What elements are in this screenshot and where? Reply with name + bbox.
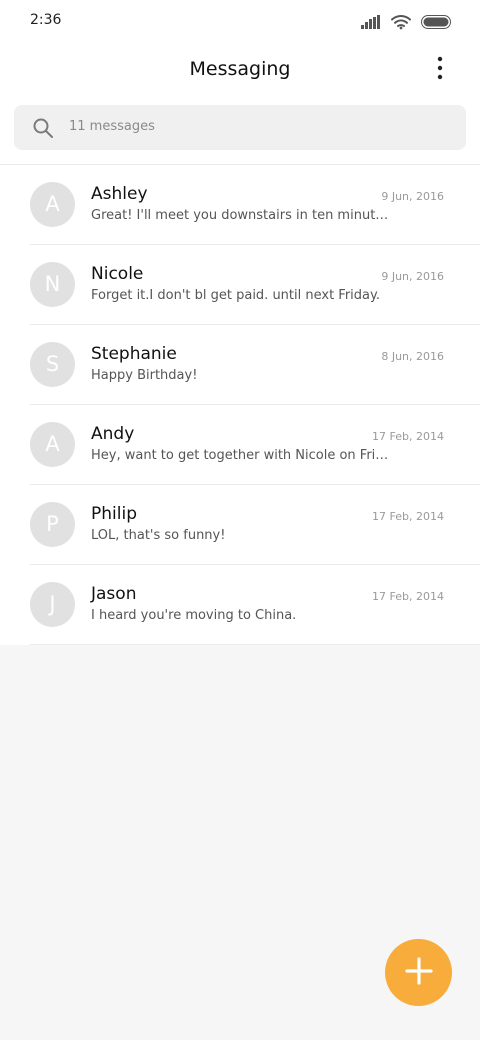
message-preview: Happy Birthday! — [91, 368, 198, 383]
message-preview: Hey, want to get together with Nicole on… — [91, 448, 391, 463]
contact-name: Ashley — [91, 184, 148, 204]
search-icon — [32, 117, 54, 139]
search-placeholder: 11 messages — [69, 119, 155, 134]
status-bar: 2:36 — [0, 0, 480, 44]
message-list: A Ashley 9 Jun, 2016 Great! I'll meet yo… — [0, 164, 480, 645]
list-item[interactable]: A Andy 17 Feb, 2014 Hey, want to get tog… — [30, 405, 480, 485]
contact-name: Andy — [91, 424, 135, 444]
battery-icon — [421, 15, 452, 29]
list-item[interactable]: J Jason 17 Feb, 2014 I heard you're movi… — [30, 565, 480, 645]
top-panel: 2:36 Messaging 11 messages A Ashley 9 Ju… — [0, 0, 480, 645]
contact-name: Jason — [91, 584, 137, 604]
signal-icon — [361, 15, 381, 29]
messaging-screen: 2:36 Messaging 11 messages A Ashley 9 Ju… — [0, 0, 480, 1040]
avatar: A — [30, 422, 75, 467]
avatar: P — [30, 502, 75, 547]
message-date: 17 Feb, 2014 — [372, 590, 444, 603]
page-title: Messaging — [189, 58, 291, 80]
contact-name: Nicole — [91, 264, 144, 284]
message-preview: LOL, that's so funny! — [91, 528, 226, 543]
avatar: N — [30, 262, 75, 307]
message-preview: I heard you're moving to China. — [91, 608, 297, 623]
status-icons — [361, 12, 452, 32]
message-date: 17 Feb, 2014 — [372, 510, 444, 523]
avatar: S — [30, 342, 75, 387]
status-time: 2:36 — [30, 12, 62, 28]
list-item[interactable]: P Philip 17 Feb, 2014 LOL, that's so fun… — [30, 485, 480, 565]
contact-name: Stephanie — [91, 344, 177, 364]
message-date: 8 Jun, 2016 — [381, 350, 444, 363]
avatar: A — [30, 182, 75, 227]
more-vertical-icon — [437, 56, 443, 84]
message-preview: Great! I'll meet you downstairs in ten m… — [91, 208, 391, 223]
more-options-button[interactable] — [428, 56, 452, 84]
add-message-button[interactable] — [385, 939, 452, 1006]
wifi-icon — [391, 14, 411, 30]
header: Messaging — [0, 48, 480, 92]
message-date: 9 Jun, 2016 — [381, 270, 444, 283]
list-item[interactable]: A Ashley 9 Jun, 2016 Great! I'll meet yo… — [30, 165, 480, 245]
plus-icon — [404, 956, 434, 990]
message-date: 9 Jun, 2016 — [381, 190, 444, 203]
contact-name: Philip — [91, 504, 137, 524]
list-item[interactable]: N Nicole 9 Jun, 2016 Forget it.I don't b… — [30, 245, 480, 325]
avatar: J — [30, 582, 75, 627]
message-date: 17 Feb, 2014 — [372, 430, 444, 443]
list-item[interactable]: S Stephanie 8 Jun, 2016 Happy Birthday! — [30, 325, 480, 405]
search-input[interactable]: 11 messages — [14, 105, 466, 150]
message-preview: Forget it.I don't bl get paid. until nex… — [91, 288, 380, 303]
